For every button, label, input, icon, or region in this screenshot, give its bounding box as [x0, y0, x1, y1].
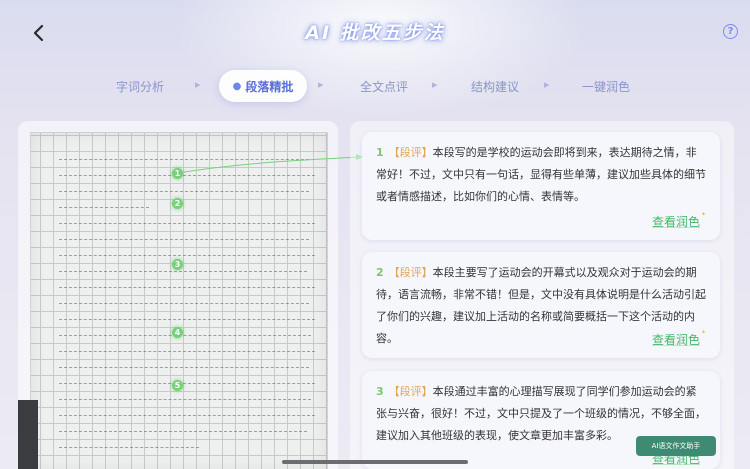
assistant-label: AI语文作文助手: [651, 442, 701, 450]
handwriting-line: [59, 159, 309, 160]
view-polish-link[interactable]: 查看润色: [652, 331, 700, 348]
tab-arrow-icon: ▸: [432, 78, 438, 91]
tab-label: 段落精批: [245, 79, 294, 94]
handwriting-line: [59, 351, 315, 352]
paragraph-marker[interactable]: 1: [172, 168, 183, 179]
handwriting-line: [59, 447, 199, 448]
tab-structure-advice[interactable]: 结构建议: [451, 70, 539, 102]
handwriting-line: [59, 383, 315, 384]
tab-label: 全文点评: [359, 79, 408, 94]
help-button[interactable]: ?: [723, 24, 738, 39]
help-icon: ?: [727, 26, 734, 37]
handwriting-line: [59, 191, 309, 192]
paragraph-marker[interactable]: 3: [172, 259, 183, 270]
handwriting-line: [59, 175, 315, 176]
step-tabs: 字词分析 ▸ ● 段落精批 ▸ 全文点评 ▸ 结构建议 ▸ 一键润色: [96, 70, 656, 102]
photo-shadow: [18, 400, 38, 469]
comment-number: 3: [376, 385, 384, 398]
handwriting-line: [59, 239, 309, 240]
handwriting-line: [59, 415, 315, 416]
home-indicator[interactable]: [282, 460, 468, 464]
tab-word-analysis[interactable]: 字词分析: [96, 70, 184, 102]
handwriting-line: [59, 303, 309, 304]
bulb-icon: ●: [232, 80, 242, 92]
sparkle-icon: ✦: [700, 211, 706, 218]
tab-polish[interactable]: 一键润色: [562, 70, 650, 102]
handwriting-line: [59, 431, 307, 432]
sparkle-icon: ✦: [700, 329, 706, 336]
paragraph-marker[interactable]: 2: [172, 198, 183, 209]
tab-full-review[interactable]: 全文点评: [340, 70, 428, 102]
tab-arrow-icon: ▸: [544, 78, 550, 91]
tab-label: 字词分析: [115, 79, 164, 94]
comment-tag: 【段评】: [388, 146, 433, 159]
paragraph-marker[interactable]: 5: [172, 380, 183, 391]
tab-label: 一键润色: [581, 79, 630, 94]
paragraph-marker[interactable]: 4: [172, 327, 183, 338]
tab-label: 结构建议: [470, 79, 519, 94]
ai-assistant-button[interactable]: AI语文作文助手: [636, 436, 716, 456]
comment-tag: 【段评】: [388, 385, 433, 398]
comment-number: 1: [376, 146, 384, 159]
handwriting-line: [59, 271, 307, 272]
comment-text: 1 【段评】本段写的是学校的运动会即将到来，表达期待之情，非常好！不过，文中只有一…: [376, 142, 706, 208]
essay-photo[interactable]: [30, 132, 328, 469]
view-polish-link[interactable]: 查看润色: [652, 213, 700, 230]
handwriting-line: [59, 223, 315, 224]
tab-arrow-icon: ▸: [318, 78, 324, 91]
handwriting-line: [59, 255, 315, 256]
comment-tag: 【段评】: [388, 266, 433, 279]
handwriting-line: [59, 207, 149, 208]
handwriting-line: [59, 367, 309, 368]
tab-paragraph-review[interactable]: ● 段落精批: [219, 70, 307, 102]
comment-card: 2 【段评】本段主要写了运动会的开幕式以及观众对于运动会的期待，语言流畅，非常不错…: [362, 252, 720, 358]
comment-number: 2: [376, 266, 384, 279]
comment-card: 1 【段评】本段写的是学校的运动会即将到来，表达期待之情，非常好！不过，文中只有一…: [362, 132, 720, 240]
handwriting-line: [59, 399, 311, 400]
handwriting-line: [59, 335, 311, 336]
handwriting-line: [59, 319, 315, 320]
page-title: AI 批改五步法: [305, 22, 445, 44]
handwriting-line: [59, 287, 315, 288]
tab-arrow-icon: ▸: [195, 78, 201, 91]
